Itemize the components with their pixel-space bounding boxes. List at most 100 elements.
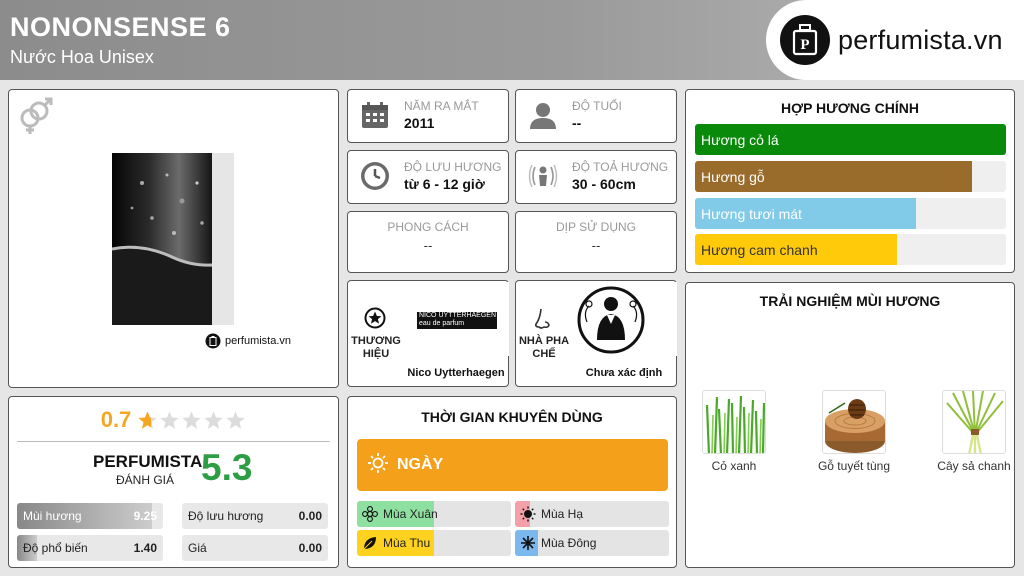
- perfumer-label: NHÀ PHA CHẾ: [516, 335, 572, 361]
- accord-label: Hương cỏ lá: [701, 132, 779, 148]
- perfumer-label-line2: CHẾ: [532, 348, 556, 360]
- product-image[interactable]: [112, 153, 234, 325]
- watermark: perfumista.vn: [205, 333, 291, 349]
- stat-label: Mùi hương: [23, 509, 82, 523]
- sun-icon: [367, 452, 389, 479]
- brand-label-line2: HIỆU: [362, 348, 390, 360]
- divider: [17, 441, 330, 442]
- stat-value: 0.00: [298, 541, 322, 555]
- accord-label: Hương tươi mát: [701, 206, 802, 222]
- section-title: HỢP HƯƠNG CHÍNH: [781, 100, 919, 116]
- page-header: NONONSENSE 6 Nước Hoa Unisex P perfumist…: [0, 0, 1024, 80]
- note-item[interactable]: Cỏ xanh: [694, 390, 774, 474]
- clock-icon: [360, 161, 390, 196]
- brand-logo-line2: eau de parfum: [419, 320, 465, 327]
- section-title: THỜI GIAN KHUYÊN DÙNG: [421, 409, 603, 425]
- svg-text:P: P: [800, 37, 809, 53]
- perfumer-label-line1: NHÀ PHA: [518, 335, 570, 347]
- brand-logo-line1: NICO UYTTERHAEGEN: [419, 312, 497, 319]
- stat-value: 0.00: [298, 509, 322, 523]
- star-icon[interactable]: [203, 410, 224, 431]
- season-winter: Mùa Đông: [515, 530, 669, 556]
- rating-value: 0.7: [100, 407, 132, 432]
- info-value: 30 - 60cm: [572, 176, 636, 192]
- season-autumn: Mùa Thu: [357, 530, 511, 556]
- perfumer-name: Chưa xác định: [585, 367, 663, 379]
- stat-longevity: Độ lưu hương 0.00: [182, 503, 328, 529]
- product-card: perfumista.vn: [8, 89, 339, 388]
- day-indicator: NGÀY: [357, 439, 668, 491]
- lemongrass-image: [942, 390, 1006, 454]
- stat-label: Giá: [188, 541, 207, 555]
- stat-value: 9.25: [133, 509, 157, 523]
- day-label: NGÀY: [397, 456, 444, 473]
- star-icon[interactable]: [225, 410, 246, 431]
- info-value: --: [572, 115, 582, 131]
- scent-notes-card: TRẢI NGHIỆM MÙI HƯƠNG Cỏ xanh Gỗ tuyết t…: [685, 282, 1015, 568]
- info-label: DỊP SỬ DỤNG: [555, 220, 637, 234]
- brand-badge[interactable]: P perfumista.vn: [766, 0, 1024, 80]
- person-icon: [528, 100, 558, 135]
- season-label: Mùa Thu: [383, 536, 431, 550]
- stat-label: Độ phổ biến: [23, 541, 88, 555]
- info-value: --: [423, 238, 433, 253]
- rating-card: 0.7 PERFUMISTA ĐÁNH GIÁ 5.3 Mùi hương 9.…: [8, 396, 339, 568]
- nose-icon: [532, 307, 554, 336]
- brand-card[interactable]: THƯƠNG HIỆU NICO UYTTERHAEGEN eau de par…: [347, 280, 509, 387]
- star-icon[interactable]: [159, 410, 180, 431]
- season-summer: Mùa Hạ: [515, 501, 669, 527]
- stat-popularity: Độ phổ biến 1.40: [17, 535, 163, 561]
- perfumista-sub-label: ĐÁNH GIÁ: [116, 473, 175, 487]
- stat-label: Độ lưu hương: [188, 509, 264, 523]
- note-name: Cỏ xanh: [711, 459, 757, 473]
- info-style: PHONG CÁCH --: [347, 211, 509, 273]
- perfume-bottle-logo-icon: P: [780, 15, 830, 65]
- info-label: ĐỘ TOẢ HƯƠNG: [572, 160, 669, 174]
- season-label: Mùa Đông: [541, 536, 597, 550]
- season-label: Mùa Hạ: [541, 507, 584, 521]
- info-label: ĐỘ LƯU HƯƠNG: [404, 160, 502, 174]
- info-value: từ 6 - 12 giờ: [404, 176, 485, 192]
- star-badge-icon: [364, 307, 386, 334]
- note-item[interactable]: Cây sả chanh: [934, 390, 1014, 474]
- cedar-wood-image: [822, 390, 886, 454]
- perfumista-label: PERFUMISTA: [93, 452, 203, 471]
- season-label: Mùa Xuân: [383, 507, 438, 521]
- brand-logo-image[interactable]: NICO UYTTERHAEGEN eau de parfum: [405, 282, 509, 356]
- star-icon[interactable]: [181, 410, 202, 431]
- brand-logo: NICO UYTTERHAEGEN eau de parfum: [417, 312, 497, 329]
- star-icon[interactable]: [137, 410, 158, 431]
- brand-name: perfumista.vn: [838, 24, 1003, 55]
- accord-label: Hương gỗ: [701, 169, 765, 185]
- note-name: Gỗ tuyết tùng: [817, 459, 891, 473]
- accord-bar: Hương tươi mát: [695, 198, 1006, 229]
- stat-scent: Mùi hương 9.25: [17, 503, 163, 529]
- info-value: 2011: [404, 115, 435, 131]
- stat-value: 1.40: [133, 541, 157, 555]
- brand-name: Nico Uytterhaegen: [407, 367, 505, 379]
- info-longevity: ĐỘ LƯU HƯƠNG từ 6 - 12 giờ: [347, 150, 509, 204]
- accord-label: Hương cam chanh: [701, 242, 818, 258]
- sillage-icon: [528, 161, 558, 196]
- perfumer-card[interactable]: NHÀ PHA CHẾ Chưa xác định: [515, 280, 677, 387]
- product-subtitle: Nước Hoa Unisex: [10, 47, 154, 67]
- user-rating: 0.7: [9, 407, 338, 433]
- info-occasion: DỊP SỬ DỤNG --: [515, 211, 677, 273]
- stat-price: Giá 0.00: [182, 535, 328, 561]
- brand-label-line1: THƯƠNG: [351, 335, 401, 347]
- accord-bar: Hương cam chanh: [695, 234, 1006, 265]
- accord-bar: Hương cỏ lá: [695, 124, 1006, 155]
- info-age: ĐỘ TUỔI --: [515, 89, 677, 143]
- perfumer-image[interactable]: [573, 282, 677, 356]
- calendar-icon: [360, 100, 390, 135]
- flower-icon: [362, 506, 378, 522]
- leaf-icon: [362, 535, 378, 551]
- info-label: PHONG CÁCH: [387, 220, 469, 234]
- note-item[interactable]: Gỗ tuyết tùng: [814, 390, 894, 474]
- watermark-text: perfumista.vn: [225, 335, 292, 347]
- grass-image: [702, 390, 766, 454]
- note-name: Cây sả chanh: [937, 459, 1011, 473]
- product-title: NONONSENSE 6: [10, 12, 231, 42]
- info-value: --: [591, 238, 601, 253]
- star-rating[interactable]: [137, 410, 246, 431]
